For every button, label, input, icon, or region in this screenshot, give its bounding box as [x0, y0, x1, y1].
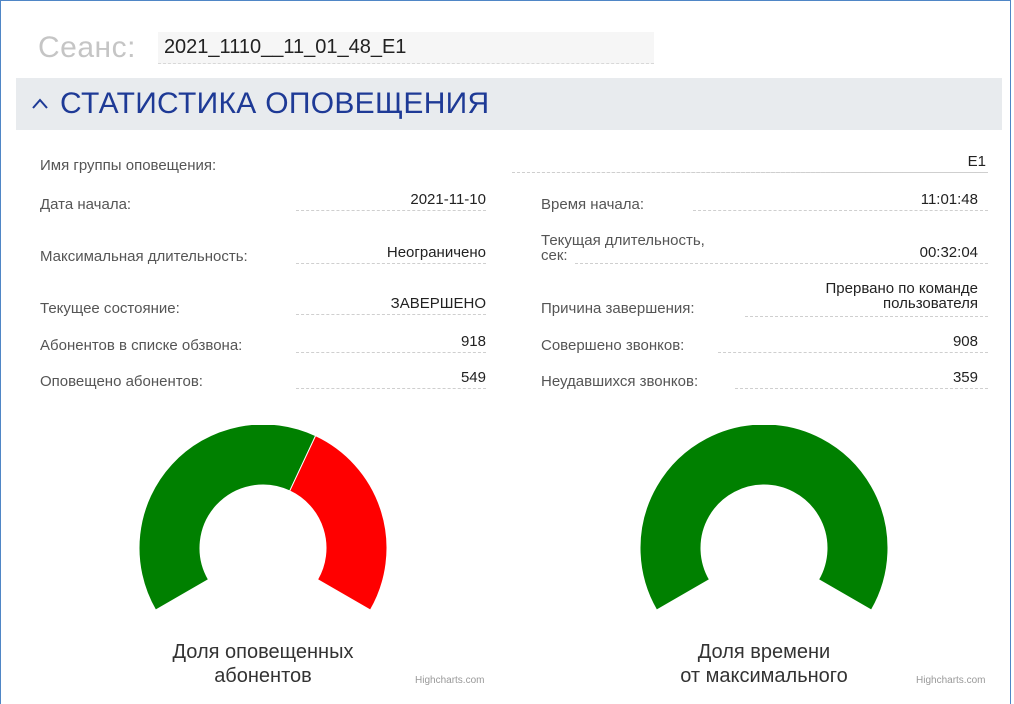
highcharts-credits-link-1[interactable]: Highcharts.com — [415, 675, 484, 686]
subscribers-in-list-value: 918 — [296, 334, 486, 353]
end-reason-value-line2: пользователя — [883, 295, 978, 312]
failed-calls-value: 359 — [735, 370, 988, 389]
time-share-caption-line2: от максимального — [680, 665, 848, 687]
session-row: Сеанс: 2021_1110__11_01_48_E1 — [38, 28, 654, 68]
chevron-up-icon[interactable] — [30, 94, 50, 114]
time-share-caption-line1: Доля времени — [697, 641, 831, 663]
current-duration-value: 00:32:04 — [575, 245, 988, 264]
end-reason-label: Причина завершения: — [541, 300, 695, 317]
subscribers-in-list-label: Абонентов в списке обзвона: — [40, 337, 243, 354]
notified-share-caption-line2: абонентов — [214, 665, 312, 687]
gauge-1-slice-2[interactable] — [289, 435, 388, 611]
time-share-gauge — [639, 425, 889, 611]
section-title: СТАТИСТИКА ОПОВЕЩЕНИЯ — [60, 87, 490, 120]
gauge-1-slice-1[interactable] — [138, 425, 317, 611]
highcharts-credits-link-2[interactable]: Highcharts.com — [916, 675, 985, 686]
end-reason-value-line1: Прервано по команде — [825, 280, 978, 297]
current-state-label: Текущее состояние: — [40, 300, 180, 317]
time-share-caption: Доля времени от максимального — [631, 640, 897, 688]
group-name-value: E1 — [512, 154, 986, 173]
start-date-label: Дата начала: — [40, 196, 132, 213]
notified-share-caption: Доля оповещенных абонентов — [130, 640, 396, 688]
notified-value: 549 — [296, 370, 486, 389]
calls-made-value: 908 — [718, 334, 988, 353]
notified-share-gauge — [138, 425, 388, 611]
statistics-section-header[interactable]: СТАТИСТИКА ОПОВЕЩЕНИЯ — [16, 78, 1002, 130]
current-duration-label-line2: сек: — [541, 247, 568, 264]
start-date-value: 2021-11-10 — [296, 192, 486, 211]
notified-label: Оповещено абонентов: — [40, 373, 203, 390]
gauge-2-slice-1[interactable] — [639, 425, 889, 611]
start-time-label: Время начала: — [541, 196, 645, 213]
start-time-value: 11:01:48 — [693, 192, 988, 211]
max-duration-label: Максимальная длительность: — [40, 248, 248, 265]
session-label: Сеанс: — [38, 31, 136, 64]
session-field[interactable]: 2021_1110__11_01_48_E1 — [157, 32, 654, 64]
group-name-label: Имя группы оповещения: — [40, 157, 217, 174]
max-duration-value: Неограничено — [296, 245, 486, 264]
calls-made-label: Совершено звонков: — [541, 337, 685, 354]
failed-calls-label: Неудавшихся звонков: — [541, 373, 699, 390]
current-state-value: ЗАВЕРШЕНО — [296, 296, 486, 315]
notified-share-caption-line1: Доля оповещенных — [172, 641, 354, 663]
